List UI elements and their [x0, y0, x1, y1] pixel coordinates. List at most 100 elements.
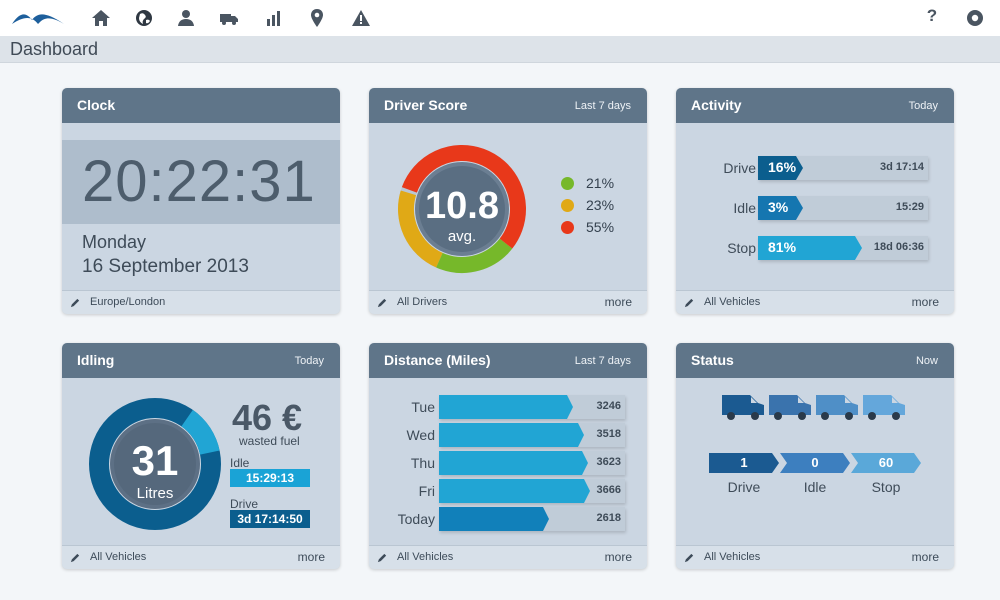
distance-bar: [439, 395, 573, 419]
distance-bar-track: 3518: [439, 423, 625, 447]
widget-header: Activity Today: [676, 88, 954, 123]
distance-value: 3623: [596, 456, 621, 468]
widget-title: Driver Score: [384, 97, 468, 113]
legend-value: 55%: [586, 219, 615, 235]
distance-bar: [439, 423, 584, 447]
idling-widget: Idling Today 31 Litres 46 € wasted fuel …: [62, 343, 340, 569]
location-pin-icon[interactable]: [307, 8, 327, 28]
title-bar: Dashboard: [0, 36, 1000, 63]
distance-bar-track: 2618: [439, 507, 625, 531]
home-icon[interactable]: [91, 8, 111, 28]
distance-label: Thu: [410, 455, 435, 471]
status-count-stop[interactable]: 60: [851, 453, 921, 473]
filter-label[interactable]: All Vehicles: [704, 296, 760, 308]
pencil-icon[interactable]: [377, 552, 388, 563]
widget-title: Activity: [691, 97, 742, 113]
distance-label: Fri: [418, 483, 435, 499]
more-link[interactable]: more: [605, 550, 632, 564]
clock-date: 16 September 2013: [82, 256, 249, 277]
distance-bar-track: 3623: [439, 451, 625, 475]
logo-icon[interactable]: [10, 8, 66, 28]
activity-percent: 3%: [768, 199, 789, 215]
pencil-icon[interactable]: [684, 552, 695, 563]
drive-time-value: 3d 17:14:50: [230, 510, 310, 528]
wasted-fuel-cost: 46 €: [232, 397, 303, 438]
legend-dot: [561, 220, 574, 234]
idle-time-label: Idle: [230, 456, 250, 470]
driver-score-donut: 10.8 avg.: [398, 145, 526, 273]
widget-footer: Europe/London: [62, 290, 340, 314]
filter-label[interactable]: All Drivers: [397, 296, 447, 308]
widget-footer: All Vehicles more: [676, 545, 954, 569]
timezone-label[interactable]: Europe/London: [90, 296, 165, 308]
pencil-icon[interactable]: [684, 297, 695, 308]
widget-header: Idling Today: [62, 343, 340, 378]
distance-label: Today: [397, 511, 435, 527]
clock-band: 20:22:31: [62, 140, 340, 224]
idle-litres-value: 31: [132, 437, 179, 484]
more-link[interactable]: more: [298, 550, 325, 564]
status-widget: Status Now 1 Drive 0 Idle 60 Stop All Vehicle…: [676, 343, 954, 569]
legend-value: 23%: [586, 197, 615, 213]
widget-title: Distance (Miles): [384, 352, 491, 368]
warning-icon[interactable]: [351, 8, 371, 28]
wasted-fuel-label: wasted fuel: [239, 434, 300, 448]
activity-duration: 18d 06:36: [873, 241, 924, 253]
idle-litres-unit: Litres: [137, 485, 174, 502]
legend-row: 23%: [561, 195, 614, 215]
drive-time-label: Drive: [230, 497, 259, 511]
legend-dot: [561, 198, 574, 212]
more-link[interactable]: more: [912, 295, 939, 309]
widget-footer: All Vehicles more: [676, 290, 954, 314]
more-link[interactable]: more: [912, 550, 939, 564]
distance-value: 3518: [596, 428, 621, 440]
distance-value: 3666: [596, 484, 621, 496]
widget-period: Last 7 days: [574, 355, 631, 367]
filter-label[interactable]: All Vehicles: [704, 551, 760, 563]
user-icon[interactable]: [176, 8, 196, 28]
status-count-drive[interactable]: 1: [709, 453, 779, 473]
clock-widget: Clock 20:22:31 Monday 16 September 2013 …: [62, 88, 340, 314]
help-icon[interactable]: ?: [922, 6, 942, 30]
activity-bar-track: 16% 3d 17:14: [758, 156, 928, 180]
legend-row: 55%: [561, 217, 614, 237]
legend-value: 21%: [586, 175, 615, 191]
filter-label[interactable]: All Vehicles: [397, 551, 453, 563]
widget-period: Today: [294, 355, 324, 367]
pencil-icon[interactable]: [70, 297, 81, 308]
distance-widget: Distance (Miles) Last 7 days Tue 3246 Wed 3…: [369, 343, 647, 569]
filter-label[interactable]: All Vehicles: [90, 551, 146, 563]
van-icon: [769, 395, 811, 420]
settings-gear-icon[interactable]: [965, 8, 985, 28]
van-icon: [816, 395, 858, 420]
legend-dot: [561, 176, 574, 190]
widget-period: Today: [908, 100, 938, 112]
distance-bar: [439, 507, 549, 531]
distance-bar-track: 3666: [439, 479, 625, 503]
activity-percent: 81%: [768, 239, 797, 255]
distance-value: 3246: [596, 400, 621, 412]
distance-bar: [439, 451, 588, 475]
status-count-idle[interactable]: 0: [780, 453, 850, 473]
widget-period: Now: [915, 355, 938, 367]
widget-header: Driver Score Last 7 days: [369, 88, 647, 123]
activity-duration: 3d 17:14: [879, 161, 924, 173]
pencil-icon[interactable]: [377, 297, 388, 308]
widget-footer: All Drivers more: [369, 290, 647, 314]
widget-title: Clock: [77, 97, 116, 113]
bar-chart-icon[interactable]: [263, 8, 283, 28]
widget-header: Status Now: [676, 343, 954, 378]
globe-icon[interactable]: [134, 8, 154, 28]
score-value: 10.8: [425, 185, 499, 227]
activity-label: Idle: [733, 200, 756, 216]
truck-icon[interactable]: [219, 8, 239, 28]
widget-header: Distance (Miles) Last 7 days: [369, 343, 647, 378]
activity-label: Stop: [727, 240, 756, 256]
distance-label: Wed: [406, 427, 435, 443]
clock-time: 20:22:31: [82, 149, 316, 214]
pencil-icon[interactable]: [70, 552, 81, 563]
activity-percent: 16%: [768, 159, 797, 175]
more-link[interactable]: more: [605, 295, 632, 309]
widget-footer: All Vehicles more: [369, 545, 647, 569]
idle-time-value: 15:29:13: [230, 469, 310, 487]
